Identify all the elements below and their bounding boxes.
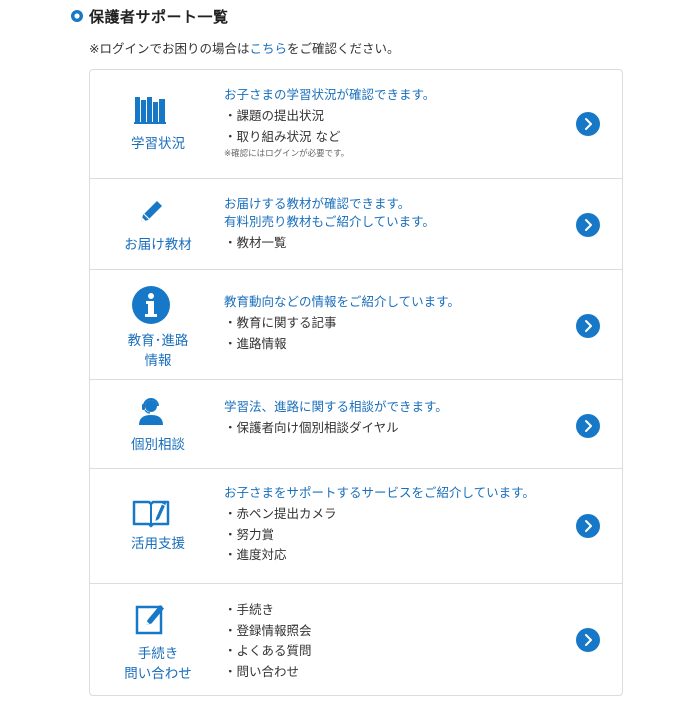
list-item: ・保護者向け個別相談ダイヤル [224,420,399,435]
row-label: お届け教材 [124,237,192,253]
row-headline: 教育動向などの情報をご紹介しています。 [224,294,460,309]
support-item-utilization-support[interactable]: 活用支援 お子さまをサポートするサービスをご紹介しています。 ・赤ペン提出カメラ… [90,469,622,584]
support-item-procedures-inquiries[interactable]: 手続き 問い合わせ ・手続き ・登録情報照会 ・よくある質問 ・問い合わせ [90,584,622,695]
row-text: お届けする教材が確認できます。 有料別売り教材もご紹介しています。 ・教材一覧 [224,195,574,254]
support-list: 学習状況 お子さまの学習状況が確認できます。 ・課題の提出状況 ・取り組み状況 … [89,69,623,696]
list-item: ・手続き [224,602,275,617]
support-item-learning-status[interactable]: 学習状況 お子さまの学習状況が確認できます。 ・課題の提出状況 ・取り組み状況 … [90,70,622,179]
headset-person-icon [123,394,179,426]
login-help-link[interactable]: こちら [249,41,287,56]
row-label: 個別相談 [131,437,185,453]
row-text: お子さまをサポートするサービスをご紹介しています。 ・赤ペン提出カメラ ・努力賞… [224,484,574,566]
chevron-right-button[interactable] [576,628,600,652]
row-label: 学習状況 [131,136,185,152]
circle-bullet-icon [71,10,83,22]
chevron-right-button[interactable] [576,112,600,136]
row-items: ・課題の提出状況 ・取り組み状況 など [224,106,574,147]
row-items: ・保護者向け個別相談ダイヤル [224,418,574,439]
list-item: ・進度対応 [224,547,287,562]
row-text: お子さまの学習状況が確認できます。 ・課題の提出状況 ・取り組み状況 など ※確… [224,86,574,160]
list-item: ・進路情報 [224,335,287,351]
list-item: ・努力賞 [224,526,275,542]
chevron-right-button[interactable] [576,514,600,538]
row-text: 教育動向などの情報をご紹介しています。 ・教育に関する記事 ・進路情報 [224,293,574,354]
row-items: ・教育に関する記事 ・進路情報 [224,313,574,354]
section-header: 保護者サポート一覧 [70,6,229,26]
row-headline: お子さまの学習状況が確認できます。 [224,87,436,102]
book-pen-icon [123,498,179,528]
info-icon [123,285,179,325]
row-items: ・赤ペン提出カメラ ・努力賞 ・進度対応 [224,504,574,566]
chevron-right-icon [585,320,592,332]
list-item: ・教材一覧 [224,235,287,250]
list-item: ・取り組み状況 など [224,128,341,144]
support-item-delivered-materials[interactable]: お届け教材 お届けする教材が確認できます。 有料別売り教材もご紹介しています。 … [90,179,622,270]
row-text: 学習法、進路に関する相談ができます。 ・保護者向け個別相談ダイヤル [224,398,574,439]
list-item: ・よくある質問 [224,643,312,658]
chevron-right-button[interactable] [576,414,600,438]
login-required-note: ※確認にはログインが必要です。 [224,149,350,159]
pencil-icon [123,196,179,228]
chevron-right-icon [585,420,592,432]
row-label: 教育･進路 情報 [127,333,189,369]
chevron-right-button[interactable] [576,213,600,237]
row-label: 活用支援 [131,536,185,552]
page-title: 保護者サポート一覧 [89,7,229,26]
support-item-education-career-info[interactable]: 教育･進路 情報 教育動向などの情報をご紹介しています。 ・教育に関する記事 ・… [90,270,622,380]
chevron-right-icon [585,634,592,646]
chevron-right-icon [585,219,592,231]
row-headline: お届けする教材が確認できます。 有料別売り教材もご紹介しています。 [224,196,435,229]
list-item: ・問い合わせ [224,663,300,679]
row-headline: 学習法、進路に関する相談ができます。 [224,399,448,414]
chevron-right-icon [585,118,592,130]
row-items: ・教材一覧 [224,233,574,254]
chevron-right-button[interactable] [576,314,600,338]
form-edit-icon [123,601,179,637]
support-item-individual-consultation[interactable]: 個別相談 学習法、進路に関する相談ができます。 ・保護者向け個別相談ダイヤル [90,380,622,469]
chevron-right-icon [585,520,592,532]
list-item: ・登録情報照会 [224,622,312,638]
note-prefix: ※ログインでお困りの場合は [89,41,250,56]
row-items: ・手続き ・登録情報照会 ・よくある質問 ・問い合わせ [224,600,574,682]
row-label: 手続き 問い合わせ [124,646,192,682]
list-item: ・教育に関する記事 [224,315,337,330]
books-icon [123,95,179,125]
row-headline: お子さまをサポートするサービスをご紹介しています。 [224,485,535,500]
note-suffix: をご確認ください。 [287,41,400,56]
login-help-note: ※ログインでお困りの場合はこちらをご確認ください。 [89,38,400,57]
row-text: ・手続き ・登録情報照会 ・よくある質問 ・問い合わせ [224,598,574,682]
list-item: ・課題の提出状況 [224,108,325,123]
list-item: ・赤ペン提出カメラ [224,506,337,521]
